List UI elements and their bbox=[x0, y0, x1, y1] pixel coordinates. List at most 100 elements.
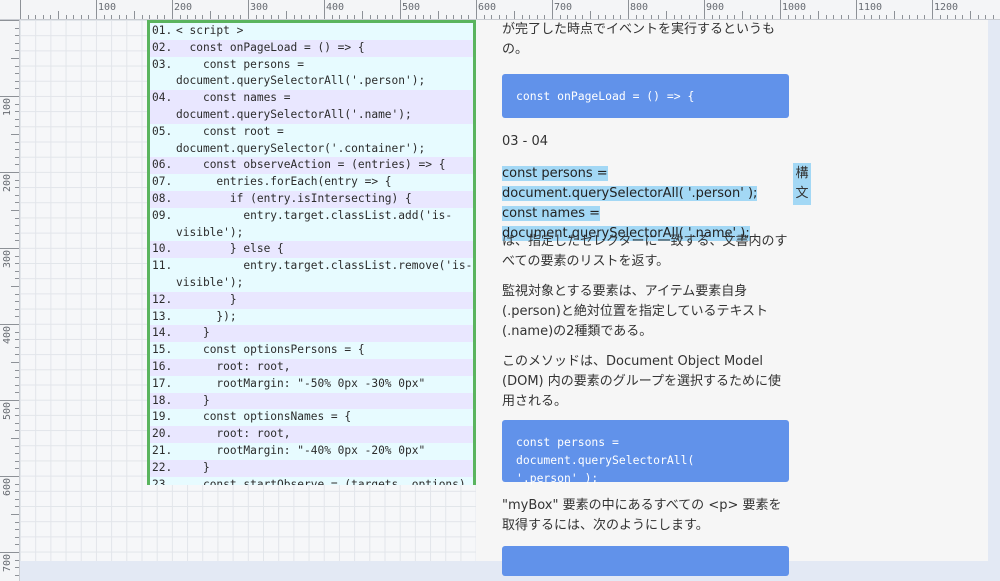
ruler-tick bbox=[339, 15, 341, 19]
ruler-tick bbox=[643, 15, 645, 19]
ruler-tick bbox=[15, 536, 19, 538]
ruler-label: 600 bbox=[2, 477, 13, 496]
ruler-tick bbox=[134, 11, 135, 19]
ruler-tick bbox=[491, 15, 493, 19]
line-code: const observeAction = (entries) => { bbox=[176, 158, 446, 172]
ruler-tick bbox=[590, 11, 591, 19]
line-number: 12. bbox=[152, 292, 173, 306]
ruler-tick bbox=[15, 521, 19, 523]
line-number: 01. bbox=[152, 24, 173, 37]
code-panel[interactable]: 01. < script >02. const onPageLoad = () =… bbox=[147, 20, 476, 485]
ruler-tick bbox=[696, 15, 698, 19]
ruler-tick bbox=[15, 35, 19, 37]
ruler-tick bbox=[400, 0, 401, 19]
ruler-tick bbox=[354, 15, 356, 19]
ruler-tick bbox=[0, 248, 19, 249]
line-number: 20. bbox=[152, 427, 173, 441]
ruler-tick bbox=[240, 15, 242, 19]
code-line: 02. const onPageLoad = () => { bbox=[150, 39, 473, 57]
code-line: 17. rootMargin: "-50% 0px -30% 0px" bbox=[150, 375, 473, 393]
ruler-tick bbox=[15, 225, 19, 227]
code-lines: 01. < script >02. const onPageLoad = () =… bbox=[150, 23, 473, 485]
ruler-tick bbox=[802, 15, 804, 19]
ruler-tick bbox=[970, 11, 971, 19]
ruler-label: 300 bbox=[250, 2, 269, 13]
ruler-tick bbox=[15, 126, 19, 128]
ruler-tick bbox=[445, 15, 447, 19]
code-line: 18. } bbox=[150, 392, 473, 410]
ruler-tick bbox=[552, 0, 553, 19]
ruler-tick bbox=[15, 369, 19, 371]
line-number: 02. bbox=[152, 40, 173, 54]
ruler-tick bbox=[88, 15, 90, 19]
ruler-tick bbox=[506, 15, 508, 19]
ruler-tick bbox=[818, 11, 819, 19]
ruler-tick bbox=[15, 567, 19, 569]
line-number: 21. bbox=[152, 443, 173, 457]
ruler-tick bbox=[498, 15, 500, 19]
ruler-tick bbox=[15, 278, 19, 280]
line-number: 16. bbox=[152, 359, 173, 373]
ruler-tick bbox=[15, 217, 19, 219]
ruler-tick bbox=[780, 0, 781, 19]
line-number: 18. bbox=[152, 393, 173, 407]
paragraph-4: "myBox" 要素の中にあるすべての <p> 要素を取得するには、次のようにし… bbox=[502, 498, 782, 533]
code-line: 09. entry.target.classList.add('is- visi… bbox=[150, 207, 473, 242]
ruler-tick bbox=[916, 15, 918, 19]
ruler-tick bbox=[42, 15, 44, 19]
ruler-tick bbox=[15, 559, 19, 561]
ruler-tick bbox=[787, 15, 789, 19]
ruler-tick bbox=[430, 15, 432, 19]
ruler-tick bbox=[270, 15, 272, 19]
ruler-tick bbox=[711, 15, 713, 19]
ruler-tick bbox=[521, 15, 523, 19]
ruler-tick bbox=[15, 141, 19, 143]
line-number: 07. bbox=[152, 175, 173, 189]
ruler-tick bbox=[476, 0, 477, 19]
ruler-tick bbox=[11, 438, 19, 439]
ruler-tick bbox=[73, 15, 75, 19]
line-code: rootMargin: "-40% 0px -20% 0px" bbox=[176, 443, 426, 457]
ruler-tick bbox=[15, 103, 19, 105]
line-number: 14. bbox=[152, 326, 173, 340]
ruler-tick bbox=[544, 15, 546, 19]
line-code: const onPageLoad = () => { bbox=[176, 40, 365, 54]
ruler-tick bbox=[15, 255, 19, 257]
ruler-tick bbox=[15, 164, 19, 166]
ruler-label: 700 bbox=[2, 553, 13, 572]
paragraph-1: は、指定したセレクターに一致する、文書内のすべての要素のリストを返す。 bbox=[502, 234, 788, 269]
ruler-tick bbox=[932, 0, 933, 19]
code-line: 04. const names = document.querySelector… bbox=[150, 90, 473, 124]
ruler-tick bbox=[324, 0, 325, 19]
paragraph-2: 監視対象とする要素は、アイテム要素自身(.person)と絶対位置を指定している… bbox=[502, 284, 769, 339]
code-block-next bbox=[502, 546, 789, 576]
ruler-tick bbox=[438, 11, 439, 19]
code-line: 13. }); bbox=[150, 308, 473, 326]
ruler-tick bbox=[11, 134, 19, 135]
ruler-tick bbox=[11, 286, 19, 287]
ruler-tick bbox=[210, 11, 211, 19]
ruler-tick bbox=[15, 111, 19, 113]
ruler-tick bbox=[149, 15, 151, 19]
ruler-tick bbox=[202, 15, 204, 19]
line-number: 19. bbox=[152, 410, 173, 424]
ruler-label: 800 bbox=[630, 2, 649, 13]
code-line: 01. < script > bbox=[150, 23, 473, 40]
ruler-tick bbox=[954, 15, 956, 19]
ruler-label: 600 bbox=[478, 2, 497, 13]
line-number: 22. bbox=[152, 460, 173, 474]
ruler-tick bbox=[742, 11, 743, 19]
ruler-tick bbox=[848, 15, 850, 19]
ruler-tick bbox=[369, 15, 371, 19]
ruler-tick bbox=[377, 15, 379, 19]
ruler-tick bbox=[255, 15, 257, 19]
ruler-label: 200 bbox=[174, 2, 193, 13]
line-number: 10. bbox=[152, 242, 173, 256]
ruler-label: 900 bbox=[706, 2, 725, 13]
ruler-tick bbox=[15, 415, 19, 417]
ruler-tick bbox=[0, 552, 19, 553]
ruler-tick bbox=[825, 15, 827, 19]
ruler-tick bbox=[293, 15, 295, 19]
ruler-tick bbox=[15, 156, 19, 158]
ruler-tick bbox=[415, 15, 417, 19]
